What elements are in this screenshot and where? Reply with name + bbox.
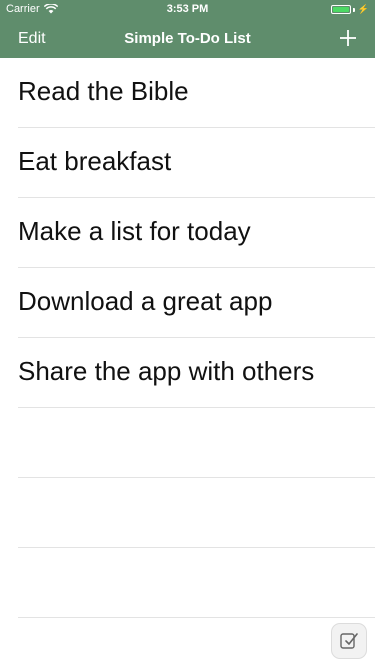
list-item[interactable]: Read the Bible bbox=[18, 58, 375, 128]
list-item[interactable]: Share the app with others bbox=[18, 338, 375, 408]
list-item-label: Make a list for today bbox=[18, 216, 251, 246]
header: Carrier 3:53 PM ⚡ Edit Simple To-Do List bbox=[0, 0, 375, 58]
list-item-label: Download a great app bbox=[18, 286, 273, 316]
charging-bolt-icon: ⚡ bbox=[357, 4, 369, 14]
list-item-label: Eat breakfast bbox=[18, 146, 172, 176]
list-item[interactable]: Download a great app bbox=[18, 268, 375, 338]
empty-row bbox=[18, 478, 375, 548]
list-item[interactable]: Eat breakfast bbox=[18, 128, 375, 198]
add-item-button[interactable] bbox=[337, 27, 359, 49]
list-item-label: Read the Bible bbox=[18, 76, 189, 106]
battery-icon: ⚡ bbox=[330, 4, 369, 15]
battery-body bbox=[330, 5, 351, 14]
status-time: 3:53 PM bbox=[166, 3, 209, 15]
list-item[interactable]: Make a list for today bbox=[18, 198, 375, 268]
empty-row bbox=[18, 408, 375, 478]
todo-list: Read the Bible Eat breakfast Make a list… bbox=[0, 58, 375, 618]
app-badge-icon bbox=[331, 623, 367, 659]
plus-icon bbox=[340, 30, 356, 46]
status-bar: Carrier 3:53 PM ⚡ bbox=[0, 0, 375, 20]
empty-row bbox=[18, 548, 375, 618]
battery-tip bbox=[352, 7, 355, 12]
list-item-label: Share the app with others bbox=[18, 356, 315, 386]
page-title: Simple To-Do List bbox=[124, 30, 251, 47]
nav-bar: Edit Simple To-Do List bbox=[0, 20, 375, 58]
battery-fill bbox=[332, 7, 349, 12]
